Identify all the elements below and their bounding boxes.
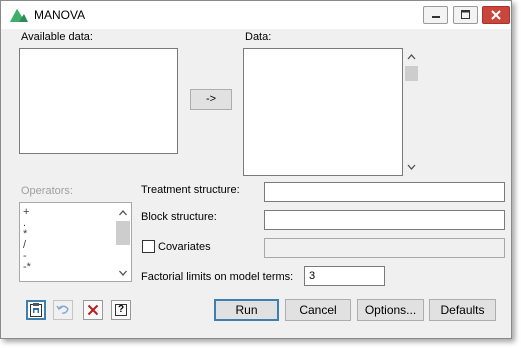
- close-button[interactable]: [482, 6, 510, 24]
- data-scrollbar-graphic: [405, 54, 418, 170]
- factorial-limits-label: Factorial limits on model terms:: [141, 271, 294, 283]
- move-to-data-button[interactable]: ->: [190, 89, 232, 110]
- help-question-icon: ?: [115, 304, 127, 316]
- available-data-list[interactable]: [19, 48, 178, 154]
- undo-button[interactable]: [53, 300, 73, 320]
- treatment-structure-field[interactable]: [264, 182, 505, 202]
- clipboard-save-icon: [30, 303, 42, 317]
- maximize-icon: [461, 10, 470, 19]
- operators-label: Operators:: [21, 185, 73, 197]
- maximize-button[interactable]: [453, 6, 478, 24]
- covariates-label: Covariates: [158, 241, 211, 253]
- options-button[interactable]: Options...: [357, 299, 424, 321]
- data-scrollbar[interactable]: [404, 49, 419, 175]
- undo-arrow-icon: [56, 305, 69, 314]
- minimize-icon: [432, 16, 440, 18]
- clear-button[interactable]: [83, 300, 103, 320]
- operators-scrollbar-graphic: [116, 210, 130, 276]
- minimize-button[interactable]: [423, 6, 448, 24]
- factorial-limits-field[interactable]: [304, 266, 385, 286]
- manova-dialog: MANOVA Available data: -> Data: Operator…: [0, 0, 512, 339]
- window-title: MANOVA: [34, 8, 86, 22]
- cancel-button[interactable]: Cancel: [285, 299, 351, 321]
- title-bar: MANOVA: [1, 1, 511, 29]
- operators-scrollbar[interactable]: [115, 203, 131, 281]
- block-structure-field[interactable]: [264, 210, 505, 230]
- operators-list[interactable]: + . * / - -*: [19, 202, 132, 282]
- available-data-label: Available data:: [21, 31, 93, 43]
- data-label: Data:: [245, 31, 272, 43]
- run-button[interactable]: Run: [214, 299, 279, 321]
- operator-item[interactable]: -*: [23, 261, 31, 273]
- genstat-app-icon: [10, 9, 28, 22]
- close-x-icon: [491, 10, 501, 20]
- clear-x-icon: [87, 304, 99, 316]
- defaults-button[interactable]: Defaults: [429, 299, 496, 321]
- data-list[interactable]: [243, 48, 403, 176]
- covariates-checkbox[interactable]: [142, 240, 155, 253]
- covariates-field[interactable]: [264, 238, 505, 258]
- block-structure-label: Block structure:: [141, 211, 217, 223]
- treatment-structure-label: Treatment structure:: [141, 184, 240, 196]
- help-button[interactable]: ?: [111, 300, 131, 320]
- save-options-button[interactable]: [26, 300, 46, 320]
